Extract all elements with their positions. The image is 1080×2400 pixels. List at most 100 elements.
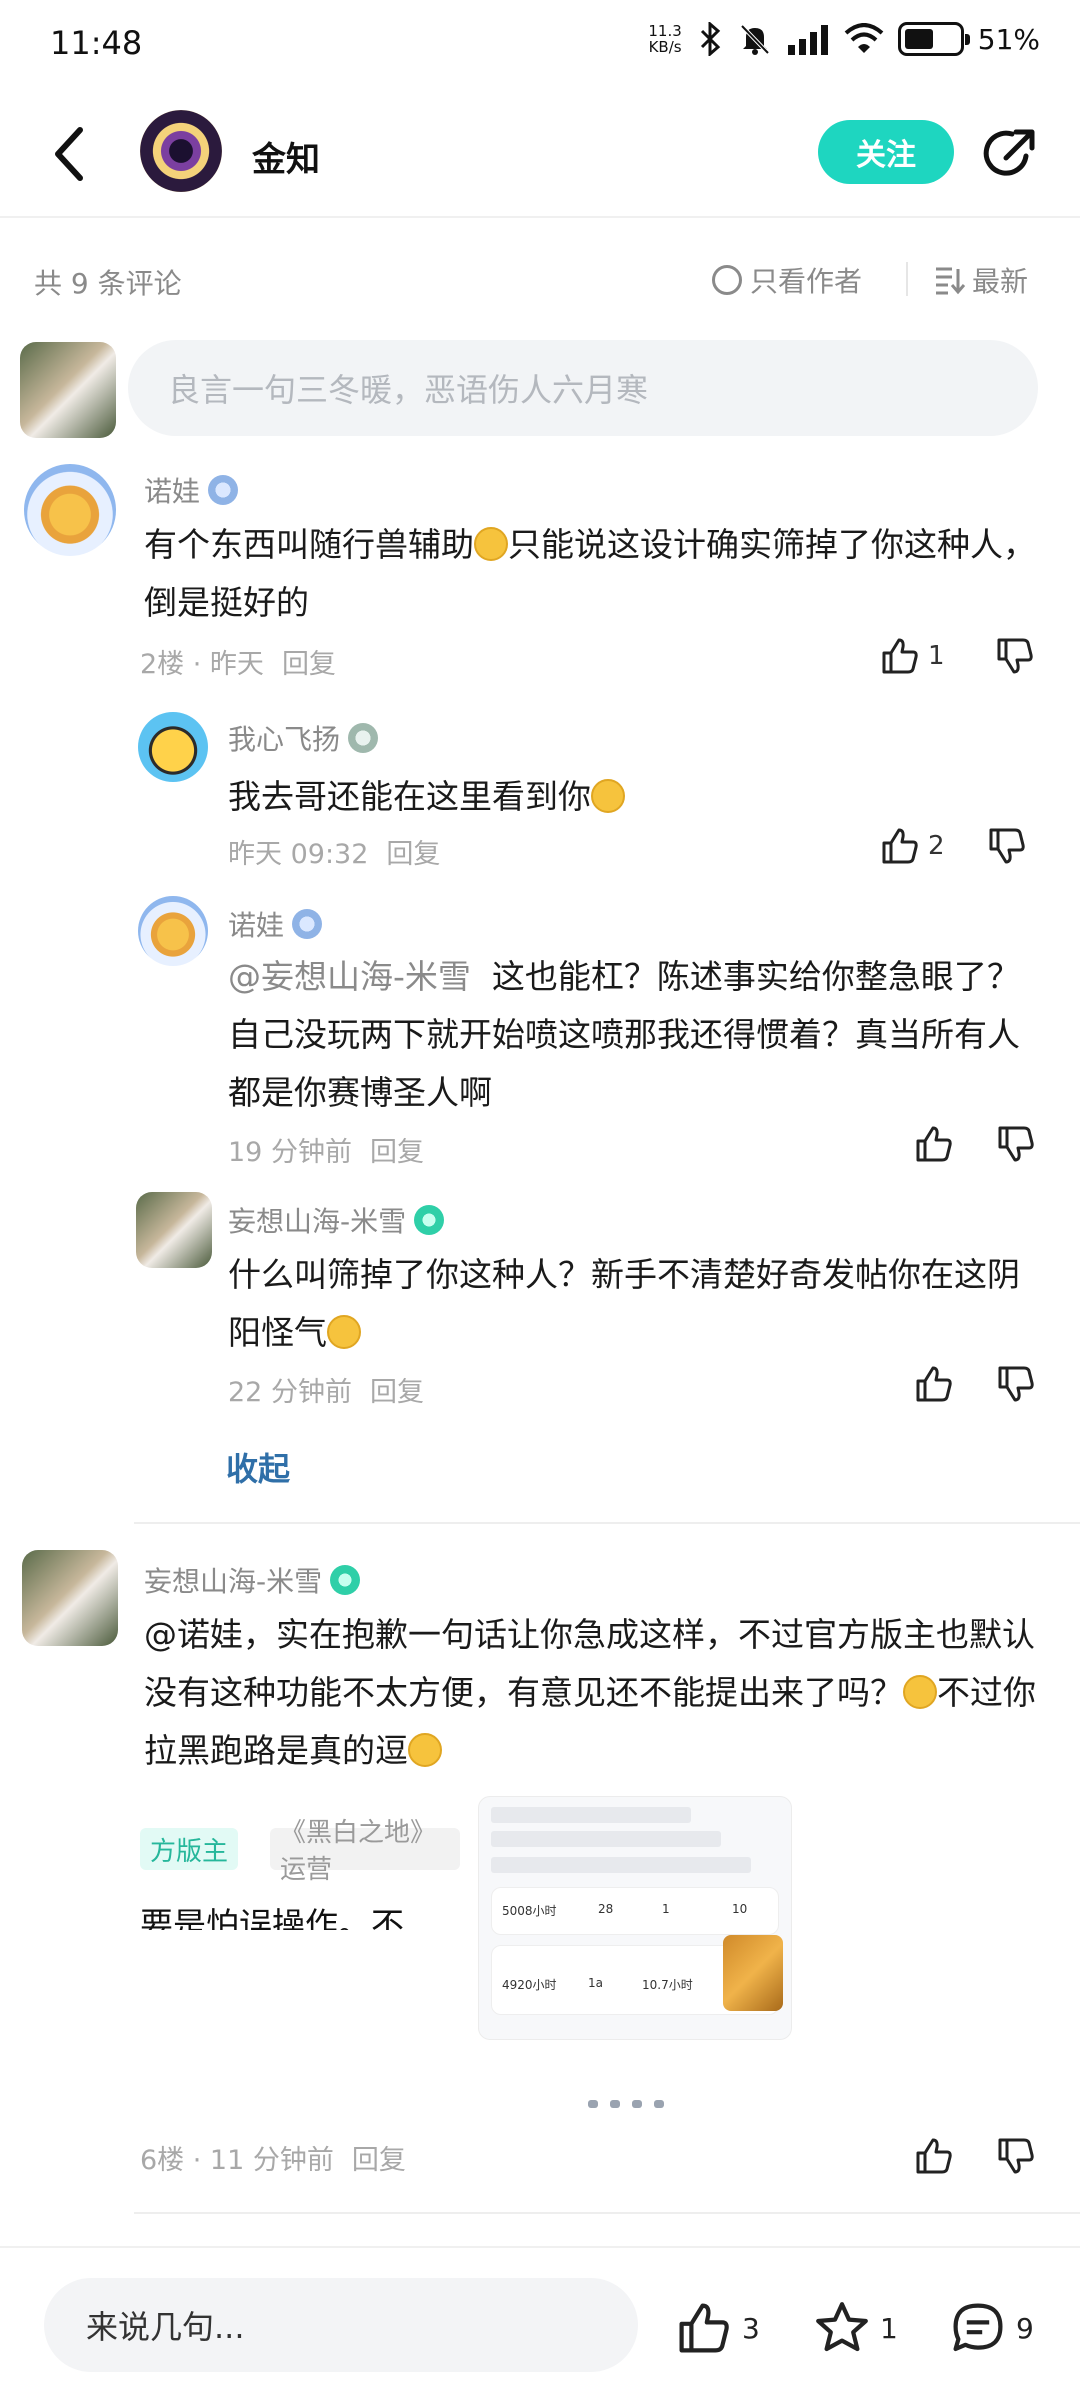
top-header: 金知 关注 — [0, 92, 1080, 218]
reply-actions — [914, 1124, 1036, 1164]
emoji-icon — [903, 1675, 937, 1709]
comment-divider — [134, 1522, 1080, 1524]
thumbs-up-icon — [882, 828, 918, 864]
reply-meta: 19 分钟前 回复 — [228, 1130, 442, 1169]
comment-author[interactable]: 我心飞扬 — [228, 718, 379, 758]
back-icon[interactable] — [46, 124, 96, 184]
comment-floor: 2楼 · 昨天 — [140, 649, 264, 680]
level-badge-icon — [208, 475, 239, 505]
like-button[interactable]: 1 — [880, 636, 945, 676]
thumbs-down-icon[interactable] — [987, 826, 1027, 866]
mention-link[interactable]: @妄想山海-米雪 — [228, 957, 471, 996]
comment-author[interactable]: 诺娃 — [228, 904, 323, 944]
comment-floor: 6楼 · 11 分钟前 — [140, 2145, 334, 2176]
collapse-replies-button[interactable]: 收起 — [226, 1444, 290, 1490]
comment-text: @诺娃，实在抱歉一句话让你急成这样，不过官方版主也默认没有这种功能不太方便，有意… — [144, 1606, 1044, 1780]
avatar[interactable] — [138, 712, 208, 782]
my-avatar[interactable] — [20, 342, 116, 438]
thumbs-up-icon[interactable] — [914, 2136, 954, 2176]
status-icons: 11.3 KB/s 51% — [648, 22, 1040, 56]
comment-count-total: 9 — [1016, 2311, 1034, 2345]
reply-actions: 2 — [880, 826, 1027, 866]
comment-image-2[interactable]: 5008小时 28 1 10 4920小时 1a 10.7小时 — [478, 1796, 792, 2040]
like-count: 1 — [928, 641, 945, 671]
reply-time: 昨天 09:32 — [228, 839, 369, 870]
comment-divider — [134, 2212, 1080, 2214]
game-cover-image — [723, 1935, 783, 2011]
image-chip: 《黑白之地》运营 — [270, 1818, 460, 1885]
comment-text: 有个东西叫随行兽辅助 只能说这设计确实筛掉了你这种人，倒是挺好的 — [144, 516, 1044, 632]
avatar[interactable] — [24, 464, 116, 556]
avatar[interactable] — [138, 896, 208, 966]
image-stat: 28 — [598, 1902, 614, 1916]
comment-meta: 6楼 · 11 分钟前 回复 — [140, 2138, 424, 2177]
like-button[interactable]: 2 — [880, 826, 945, 866]
reply-meta: 22 分钟前 回复 — [228, 1370, 442, 1409]
favorite-button[interactable]: 1 — [814, 2300, 898, 2356]
image-row — [491, 1831, 721, 1847]
bottom-comment-input[interactable]: 来说几句... — [44, 2278, 638, 2372]
thumbs-down-icon[interactable] — [996, 2136, 1036, 2176]
emoji-icon — [591, 779, 625, 813]
thumbs-up-icon[interactable] — [914, 1364, 954, 1404]
post-like-count: 3 — [742, 2311, 760, 2345]
thumbs-up-icon — [679, 2303, 729, 2353]
author-avatar[interactable] — [140, 110, 222, 192]
comment-input[interactable]: 良言一句三冬暖，恶语伤人六月寒 — [128, 340, 1038, 436]
comment-image-1[interactable]: 方版主 《黑白之地》运营 要是怕误操作。不 — [140, 1810, 460, 1930]
image-stat: 10.7小时 — [642, 1978, 693, 1992]
toolbar-divider — [906, 262, 908, 296]
comment-author[interactable]: 妄想山海-米雪 — [144, 1560, 361, 1600]
like-post-button[interactable]: 3 — [676, 2300, 760, 2356]
share-icon[interactable] — [982, 126, 1038, 182]
sort-label: 最新 — [972, 265, 1029, 298]
sort-toggle[interactable]: 最新 — [934, 260, 1028, 300]
reply-text: @妄想山海-米雪 这也能杠？陈述事实给你整急眼了？自己没玩两下就开始喷这喷那我还… — [228, 948, 1048, 1122]
avatar[interactable] — [22, 1550, 118, 1646]
like-count: 2 — [928, 831, 945, 861]
image-row — [491, 1857, 751, 1873]
author-name[interactable]: 金知 — [252, 132, 320, 181]
avatar[interactable] — [136, 1192, 212, 1268]
reply-time: 22 分钟前 — [228, 1377, 352, 1408]
author-name: 我心飞扬 — [228, 723, 341, 756]
level-badge-icon — [348, 723, 379, 753]
reply-text-part: 我去哥还能在这里看到你 — [228, 777, 591, 816]
mute-bell-icon — [740, 24, 770, 55]
image-stats-card: 5008小时 28 1 10 — [491, 1887, 779, 1935]
comments-toolbar: 共 9 条评论 只看作者 最新 — [0, 250, 1080, 310]
status-time: 11:48 — [50, 24, 143, 62]
reply-text: 我去哥还能在这里看到你 — [228, 768, 625, 826]
reply-meta: 昨天 09:32 回复 — [228, 832, 458, 871]
only-author-label: 只看作者 — [750, 265, 863, 298]
battery-percent: 51% — [977, 22, 1040, 56]
thumbs-down-icon[interactable] — [996, 1124, 1036, 1164]
bottom-bar: 来说几句... 3 1 9 — [0, 2246, 1080, 2400]
comment-author[interactable]: 诺娃 — [144, 470, 239, 510]
thumbs-up-icon[interactable] — [914, 1124, 954, 1164]
image-stat: 10 — [732, 1902, 748, 1916]
follow-button[interactable]: 关注 — [818, 120, 954, 184]
level-badge-icon — [330, 1565, 361, 1595]
comment-author[interactable]: 妄想山海-米雪 — [228, 1200, 445, 1240]
comment-meta: 2楼 · 昨天 回复 — [140, 642, 354, 681]
comments-button[interactable]: 9 — [950, 2300, 1034, 2356]
reply-button[interactable]: 回复 — [282, 649, 336, 680]
only-author-toggle[interactable]: 只看作者 — [712, 260, 862, 300]
image-stat: 5008小时 — [502, 1904, 557, 1918]
reply-button[interactable]: 回复 — [370, 1137, 424, 1168]
comment-actions — [914, 2136, 1036, 2176]
reply-button[interactable]: 回复 — [386, 839, 440, 870]
author-name: 妄想山海-米雪 — [144, 1565, 323, 1598]
thumbs-down-icon[interactable] — [995, 636, 1035, 676]
reply-button[interactable]: 回复 — [370, 1377, 424, 1408]
image-row — [491, 1807, 691, 1823]
thumbs-up-icon — [882, 638, 918, 674]
reply-button[interactable]: 回复 — [352, 2145, 406, 2176]
level-badge-icon — [292, 909, 323, 939]
comment-text-part: @诺娃，实在抱歉一句话让你急成这样，不过官方版主也默认没有这种功能不太方便，有意… — [144, 1615, 1035, 1712]
battery-icon — [897, 22, 970, 56]
net-speed-unit: KB/s — [648, 38, 682, 56]
image-stat: 1 — [662, 1902, 670, 1916]
thumbs-down-icon[interactable] — [996, 1364, 1036, 1404]
